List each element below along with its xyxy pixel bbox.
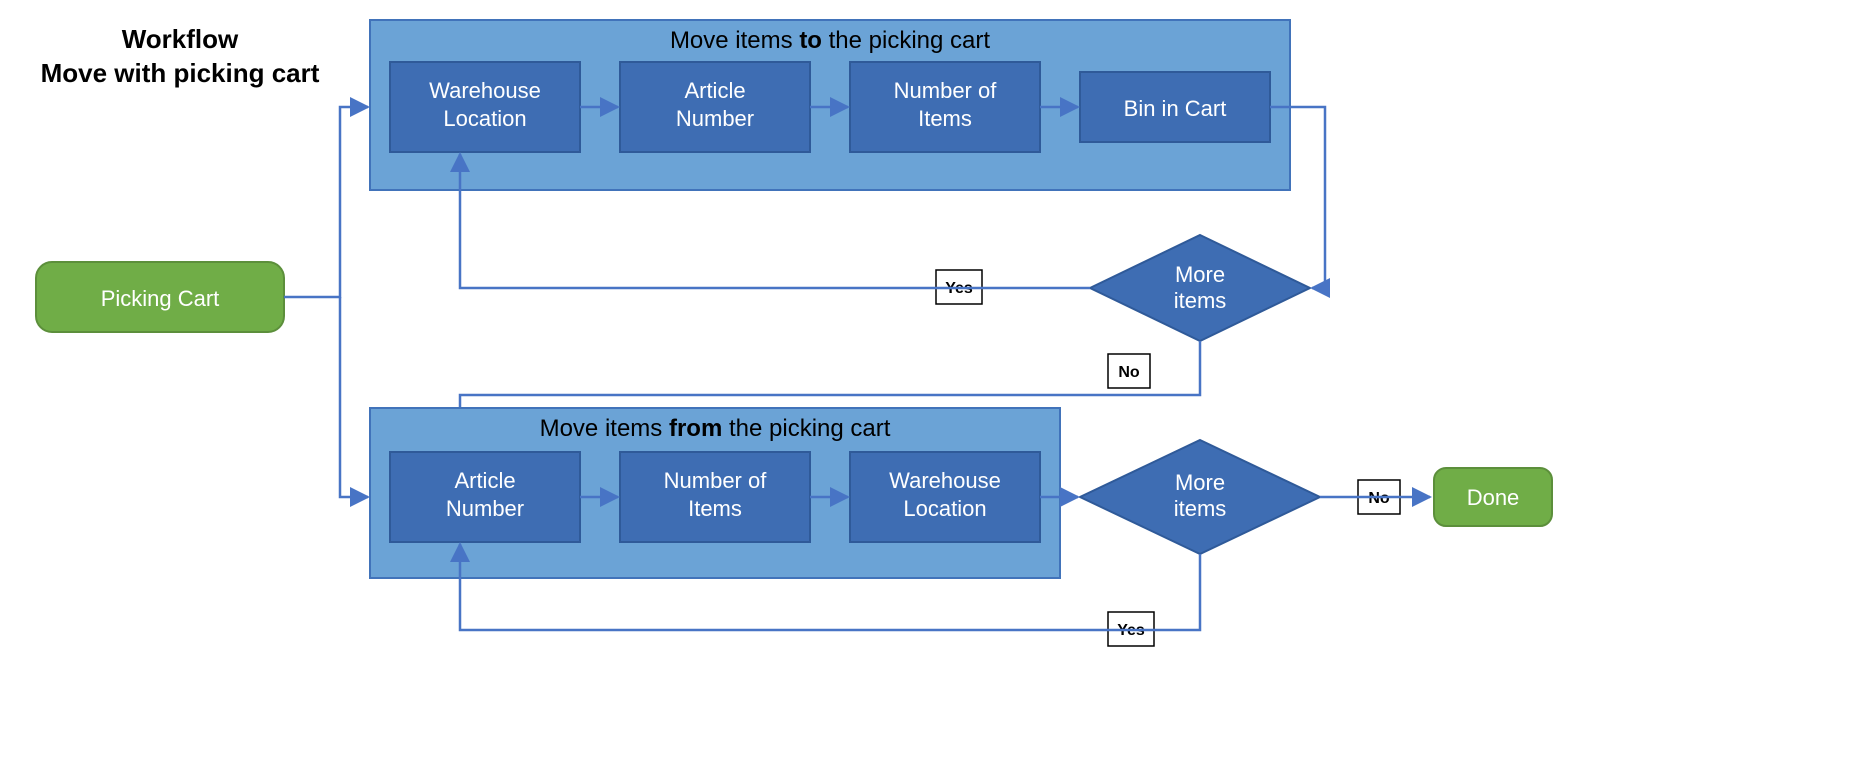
to-step-0: Warehouse Location <box>390 62 580 152</box>
svg-text:Items: Items <box>688 496 742 521</box>
svg-text:Location: Location <box>903 496 986 521</box>
svg-text:Number: Number <box>446 496 524 521</box>
start-label: Picking Cart <box>101 286 220 311</box>
svg-text:Article: Article <box>454 468 515 493</box>
done-label: Done <box>1467 485 1520 510</box>
arrow-start-to <box>284 107 368 297</box>
title-line1: Workflow <box>122 24 239 54</box>
from-step-0: Article Number <box>390 452 580 542</box>
arrow-start-from <box>340 297 368 497</box>
svg-text:Bin in Cart: Bin in Cart <box>1124 96 1227 121</box>
workflow-diagram: Workflow Move with picking cart Picking … <box>0 0 1872 773</box>
from-step-1: Number of Items <box>620 452 810 542</box>
svg-text:More: More <box>1175 470 1225 495</box>
decision-to: More items <box>1090 235 1310 341</box>
svg-text:items: items <box>1174 496 1227 521</box>
svg-text:More: More <box>1175 262 1225 287</box>
svg-text:Number: Number <box>676 106 754 131</box>
svg-text:Article: Article <box>684 78 745 103</box>
group-to-title: Move items to the picking cart <box>670 27 990 54</box>
no-label-2: No <box>1368 490 1390 507</box>
no-label: No <box>1118 364 1140 381</box>
decision-from: More items <box>1080 440 1320 554</box>
svg-text:items: items <box>1174 288 1227 313</box>
svg-text:Items: Items <box>918 106 972 131</box>
to-step-1: Article Number <box>620 62 810 152</box>
group-from-title: Move items from the picking cart <box>540 415 891 442</box>
svg-text:Location: Location <box>443 106 526 131</box>
to-step-2: Number of Items <box>850 62 1040 152</box>
svg-text:Warehouse: Warehouse <box>889 468 1001 493</box>
title-line2: Move with picking cart <box>41 58 320 88</box>
svg-text:Warehouse: Warehouse <box>429 78 541 103</box>
from-step-2: Warehouse Location <box>850 452 1040 542</box>
svg-text:Number of: Number of <box>894 78 998 103</box>
to-step-3: Bin in Cart <box>1080 72 1270 142</box>
svg-text:Number of: Number of <box>664 468 768 493</box>
